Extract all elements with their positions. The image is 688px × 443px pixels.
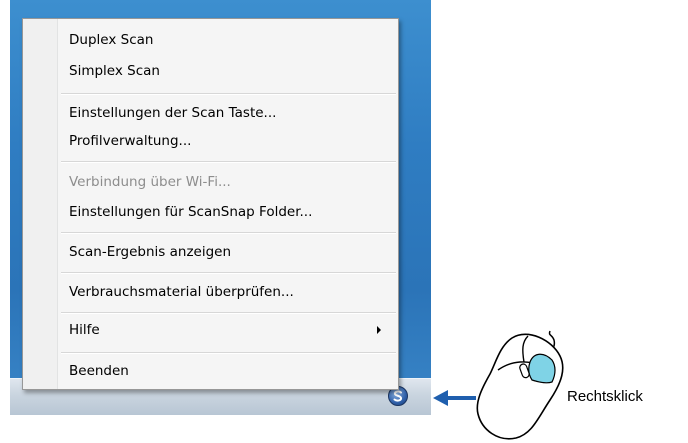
menu-item-help[interactable]: Hilfe bbox=[69, 319, 100, 341]
menu-item-scan-button-settings[interactable]: Einstellungen der Scan Taste... bbox=[69, 102, 276, 124]
menu-item-duplex-scan[interactable]: Duplex Scan bbox=[69, 29, 153, 51]
menu-separator bbox=[61, 161, 396, 163]
arrow-left-icon bbox=[433, 390, 448, 406]
context-menu: Duplex Scan Simplex Scan Einstellungen d… bbox=[22, 18, 399, 390]
arrow-shaft bbox=[448, 396, 476, 400]
menu-item-show-scan-result[interactable]: Scan-Ergebnis anzeigen bbox=[69, 241, 231, 263]
menu-separator bbox=[61, 312, 396, 314]
menu-item-exit[interactable]: Beenden bbox=[69, 360, 129, 382]
right-click-label: Rechtsklick bbox=[567, 388, 643, 405]
menu-item-wifi-connection: Verbindung über Wi-Fi... bbox=[69, 174, 231, 190]
mouse-right-click-icon bbox=[476, 330, 564, 440]
menu-separator bbox=[61, 232, 396, 234]
menu-item-check-consumables[interactable]: Verbrauchsmaterial überprüfen... bbox=[69, 281, 294, 303]
menu-separator bbox=[61, 272, 396, 274]
menu-icon-gutter bbox=[23, 19, 58, 389]
menu-item-profile-management[interactable]: Profilverwaltung... bbox=[69, 130, 191, 152]
submenu-arrow-icon bbox=[377, 326, 381, 334]
menu-item-simplex-scan[interactable]: Simplex Scan bbox=[69, 60, 160, 82]
menu-separator bbox=[61, 352, 396, 354]
menu-separator bbox=[61, 93, 396, 95]
menu-item-scansnap-folder-settings[interactable]: Einstellungen für ScanSnap Folder... bbox=[69, 201, 312, 223]
